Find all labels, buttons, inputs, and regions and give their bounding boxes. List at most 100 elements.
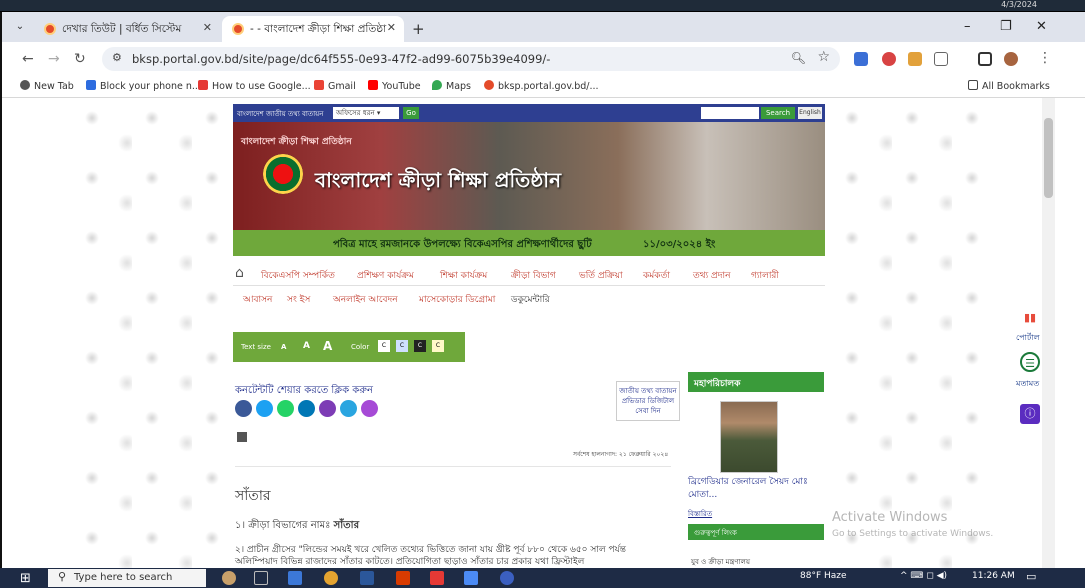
home-icon[interactable]: ⌂ — [235, 265, 244, 281]
tab-title: দেখার তিউট | বর্ধিত সিস্টেম — [62, 23, 182, 35]
taskbar-search[interactable]: ⚲ Type here to search — [48, 569, 206, 587]
menu-dots-icon[interactable]: ⋮ — [1038, 50, 1052, 66]
bookmark-bksp[interactable]: bksp.portal.gov.bd/... — [484, 80, 599, 92]
restore-button[interactable]: ❐ — [1000, 19, 1012, 34]
extension-icon[interactable] — [908, 52, 922, 66]
facebook-icon[interactable] — [235, 400, 252, 417]
forward-icon[interactable]: → — [48, 51, 60, 67]
office-select[interactable]: অফিসের ধরন ▾ — [333, 107, 399, 119]
left-pattern — [72, 98, 232, 568]
color-box-white[interactable]: C — [378, 340, 390, 352]
menu-item[interactable]: কর্মকর্তা — [643, 268, 670, 283]
weather-widget[interactable]: 88°F Haze — [800, 571, 847, 581]
email-icon[interactable] — [361, 400, 378, 417]
english-button[interactable]: English — [798, 107, 822, 119]
sidebar-link-item[interactable]: যুব ও ক্রীড়া মন্ত্রণালয় — [691, 556, 750, 568]
whatsapp-icon[interactable] — [277, 400, 294, 417]
ribbon-text[interactable]: পবিত্র মাহে রমজানকে উপলক্ষ্যে বিকেএসপির … — [333, 237, 592, 254]
app-icon[interactable] — [500, 571, 514, 585]
site-info-icon[interactable]: ⚙ — [112, 51, 122, 64]
menu-item[interactable]: প্রশিক্ষণ কার্যক্রম — [357, 268, 414, 283]
top-date: 4/3/2024 — [1001, 0, 1037, 9]
office-icon[interactable] — [396, 571, 410, 585]
sidepanel-icon[interactable] — [978, 52, 992, 66]
pdf-icon[interactable] — [430, 571, 444, 585]
bookmark-block-phone[interactable]: Block your phone n... — [86, 80, 201, 92]
director-more-link[interactable]: বিস্তারিত — [688, 508, 712, 520]
file-explorer-icon[interactable] — [288, 571, 302, 585]
reload-icon[interactable]: ↻ — [74, 51, 86, 67]
notice-box[interactable]: জাতীয় তথ্য বাতায়ন প্রভিডার ডিজিটাল সেব… — [616, 381, 680, 421]
tray-icons[interactable]: ^ ⌨ ◻ ◀) — [900, 571, 947, 581]
topbar-text: বাংলাদেশ জাতীয় তথ্য বাতায়ন — [237, 110, 324, 118]
share-content-link[interactable]: কনটেন্টটি শেয়ার করতে ক্লিক করুন — [235, 383, 373, 400]
profile-avatar[interactable] — [1004, 52, 1018, 66]
clock[interactable]: 11:26 AM — [972, 571, 1015, 581]
go-button[interactable]: Go — [403, 107, 419, 119]
menu-item[interactable]: গ্যালারী — [751, 268, 779, 283]
menu-item[interactable]: সং ইস — [287, 292, 310, 307]
feedback-icon[interactable]: ☰ — [1020, 352, 1040, 372]
tab-active[interactable]: - - বাংলাদেশ ক্রীড়া শিক্ষা প্রতিষ্ঠা ✕ — [222, 16, 404, 42]
back-icon[interactable]: ← — [22, 51, 34, 67]
tab-close-icon[interactable]: ✕ — [203, 21, 212, 34]
address-bar-row: ← → ↻ ⚙ bksp.portal.gov.bd/site/page/dc6… — [2, 42, 1085, 76]
url-text[interactable]: bksp.portal.gov.bd/site/page/dc64f555-0e… — [132, 52, 550, 66]
page-scrollbar[interactable] — [1042, 98, 1055, 568]
color-box-black[interactable]: C — [414, 340, 426, 352]
site-search-button[interactable]: Search — [761, 107, 795, 119]
menu-item[interactable]: অনলাইন আবেদন — [333, 292, 398, 307]
new-tab-button[interactable]: + — [412, 20, 425, 38]
minimize-button[interactable]: – — [964, 19, 971, 34]
menu-item[interactable]: ক্রীড়া বিভাগ — [511, 268, 556, 283]
scrollbar-thumb[interactable] — [1044, 118, 1053, 198]
app-icon[interactable] — [464, 571, 478, 585]
print-icon[interactable] — [237, 432, 247, 442]
color-box-blue[interactable]: C — [396, 340, 408, 352]
text-size-large[interactable]: A — [323, 339, 332, 353]
last-updated: সর্বশেষ হালনাগাদ: ২১ ফেব্রুয়ারি ২০২৪ — [573, 451, 669, 458]
windows-start-icon[interactable]: ⊞ — [20, 571, 31, 586]
menu-item[interactable]: ভর্তি প্রক্রিয়া — [579, 268, 623, 283]
tab-inactive[interactable]: দেখার তিউট | বর্ধিত সিস্টেম ✕ — [34, 16, 220, 42]
menu-item[interactable]: ডকুমেন্টারি — [511, 292, 550, 307]
notice-ribbon[interactable]: পবিত্র মাহে রমজানকে উপলক্ষ্যে বিকেএসপির … — [233, 230, 825, 256]
linkedin-icon[interactable] — [298, 400, 315, 417]
twitter-icon[interactable] — [256, 400, 273, 417]
omnibox[interactable]: ⚙ bksp.portal.gov.bd/site/page/dc64f555-… — [102, 47, 840, 71]
bookmark-gmail[interactable]: Gmail — [314, 80, 356, 92]
extensions-puzzle-icon[interactable] — [934, 52, 948, 66]
close-window-button[interactable]: ✕ — [1036, 19, 1047, 34]
word-icon[interactable] — [360, 571, 374, 585]
viber-icon[interactable] — [319, 400, 336, 417]
menu-item[interactable]: শিক্ষা কার্যক্রম — [440, 268, 487, 283]
tab-close-icon[interactable]: ✕ — [387, 21, 396, 34]
menu-item[interactable]: তথ্য প্রদান — [693, 268, 730, 283]
chrome-icon[interactable] — [324, 571, 338, 585]
color-box-yellow[interactable]: C — [432, 340, 444, 352]
bookmark-google[interactable]: How to use Google... — [198, 80, 311, 92]
tab-favicon-icon — [44, 23, 56, 35]
notifications-icon[interactable]: ▭ — [1026, 570, 1036, 583]
bookmark-maps[interactable]: Maps — [432, 80, 471, 92]
zoom-icon[interactable]: 🔍︎ — [791, 51, 806, 65]
menu-item[interactable]: বিকেএসপি সম্পর্কিত — [261, 268, 335, 283]
extension-icon[interactable] — [882, 52, 896, 66]
extension-icon[interactable] — [854, 52, 868, 66]
bookmark-star-icon[interactable]: ☆ — [817, 49, 830, 65]
text-size-medium[interactable]: A — [303, 341, 310, 351]
messenger-icon[interactable] — [340, 400, 357, 417]
task-view-icon[interactable] — [254, 571, 268, 585]
all-bookmarks[interactable]: All Bookmarks — [968, 80, 1050, 92]
menu-item[interactable]: আবাসন — [243, 292, 272, 307]
cortana-avatar-icon[interactable] — [222, 571, 236, 585]
bookmark-youtube[interactable]: YouTube — [368, 80, 421, 92]
site-icon — [484, 80, 494, 90]
text-size-small[interactable]: A — [281, 343, 286, 351]
info-icon[interactable]: ⓘ — [1020, 404, 1040, 424]
site-search-input[interactable] — [701, 107, 759, 119]
bookmark-new-tab[interactable]: New Tab — [20, 80, 74, 92]
tab-search-icon[interactable]: ⌄ — [12, 19, 28, 35]
portal-chart-icon[interactable]: ▮▮ — [1020, 308, 1040, 328]
menu-item[interactable]: মাসেকোড়ার ডিগ্রোমা — [419, 292, 495, 307]
